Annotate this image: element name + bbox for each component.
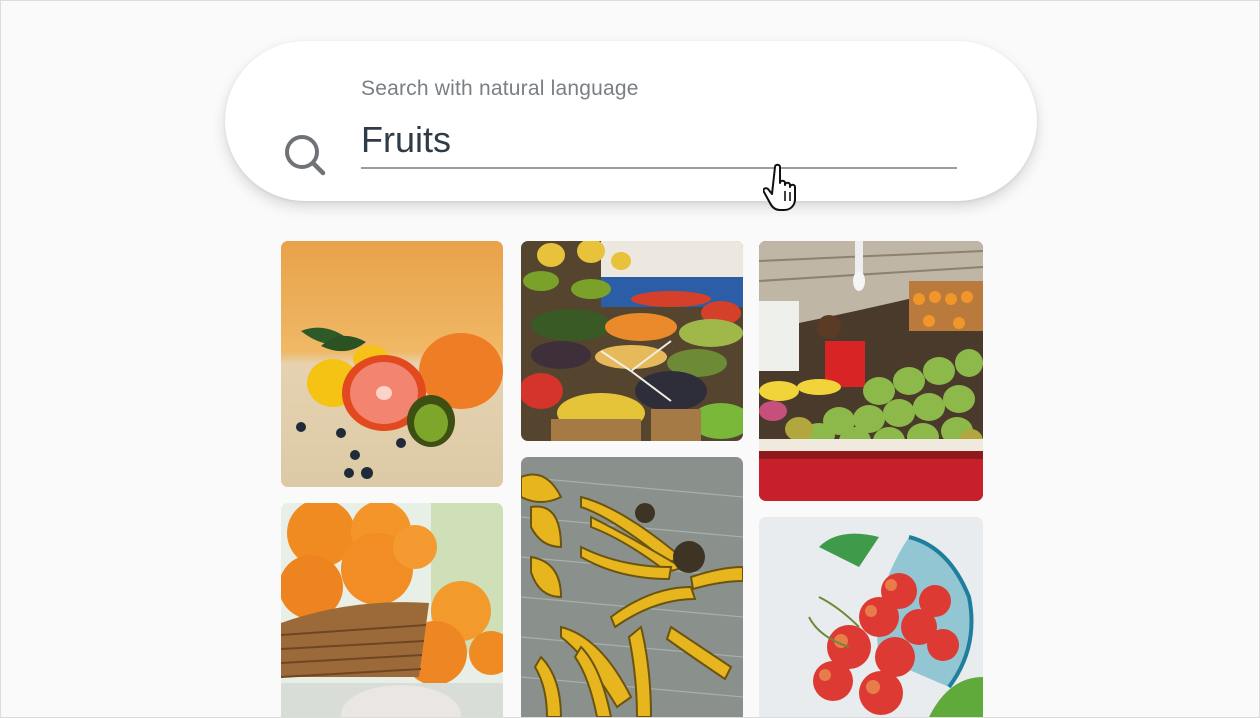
search-icon[interactable] — [283, 133, 327, 177]
result-image-market[interactable] — [521, 241, 743, 441]
search-input[interactable] — [361, 113, 957, 169]
result-image-oranges[interactable] — [281, 503, 503, 717]
result-image-bananas[interactable] — [521, 457, 743, 717]
search-label: Search with natural language — [361, 77, 639, 100]
hand-cursor-icon — [763, 163, 796, 211]
result-image-cherries[interactable] — [759, 517, 983, 717]
result-image-citrus[interactable] — [281, 241, 503, 487]
search-bar: Search with natural language — [225, 41, 1037, 201]
app-window: Search with natural language — [0, 0, 1260, 718]
result-image-fruit-stall[interactable] — [759, 241, 983, 501]
